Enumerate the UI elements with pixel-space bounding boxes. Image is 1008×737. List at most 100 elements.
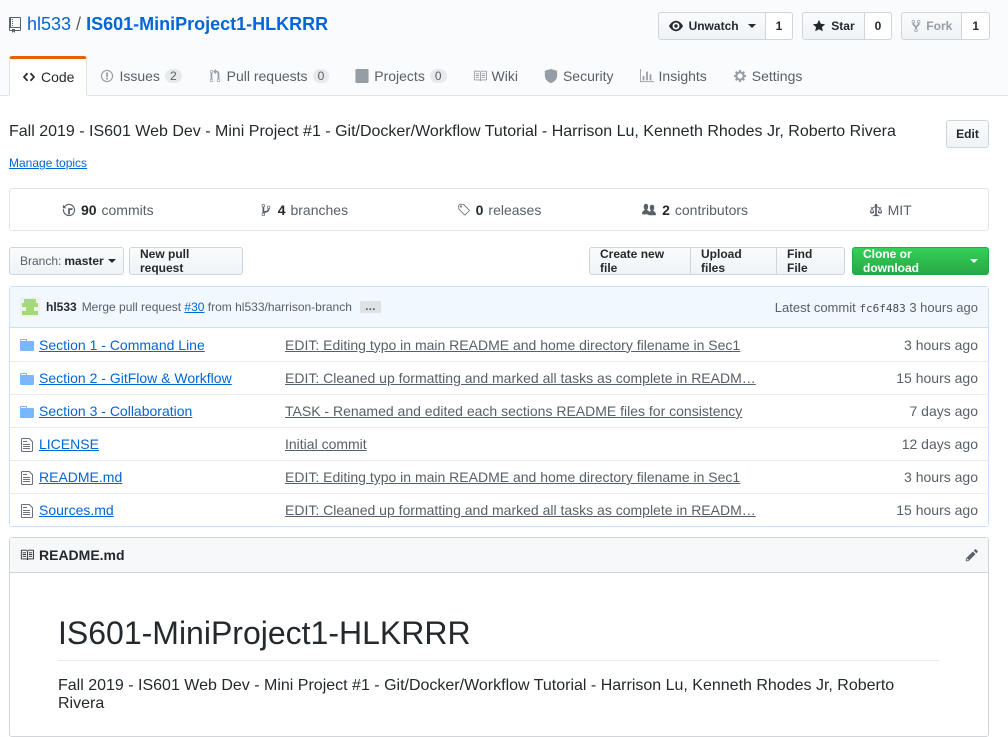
file-row: Section 2 - GitFlow & Workflow EDIT: Clea… — [10, 361, 988, 394]
find-file-button[interactable]: Find File — [776, 247, 845, 275]
branch-prefix: Branch: — [20, 254, 62, 268]
repo-header: hl533 / IS601-MiniProject1-HLKRRR Unwatc… — [0, 0, 1008, 96]
tab-code[interactable]: Code — [9, 56, 88, 96]
edit-description-button[interactable]: Edit — [946, 120, 989, 148]
tab-label: Settings — [751, 68, 803, 84]
file-name-link[interactable]: Sources.md — [39, 502, 114, 518]
file-name-link[interactable]: Section 1 - Command Line — [39, 337, 205, 353]
repo-actions: Unwatch 1 Star 0 Fork 1 — [657, 12, 990, 40]
projects-counter: 0 — [429, 69, 447, 83]
book-icon — [20, 549, 34, 561]
people-icon — [642, 203, 657, 215]
file-commit-message[interactable]: Initial commit — [285, 436, 367, 452]
releases-label: releases — [488, 201, 542, 218]
repo-title: hl533 / IS601-MiniProject1-HLKRRR — [9, 14, 328, 35]
issues-counter: 2 — [164, 69, 182, 83]
numbers-summary: 90 commits 4 branches 0 releases 2 contr… — [9, 188, 989, 231]
chevron-down-icon — [970, 259, 978, 263]
law-icon — [869, 203, 882, 216]
repo-owner-link[interactable]: hl533 — [27, 14, 71, 35]
tab-projects[interactable]: Projects 0 — [342, 56, 459, 96]
watch-count[interactable]: 1 — [765, 12, 794, 40]
tab-label: Code — [41, 69, 75, 85]
branches-count: 4 — [277, 201, 286, 218]
gear-icon — [733, 69, 746, 83]
expand-commit-button[interactable]: … — [359, 301, 381, 313]
file-age: 3 hours ago — [904, 336, 978, 353]
repo-name-link[interactable]: IS601-MiniProject1-HLKRRR — [86, 14, 328, 35]
unwatch-button[interactable]: Unwatch — [657, 12, 766, 40]
readme-content: IS601-MiniProject1-HLKRRR Fall 2019 - IS… — [10, 573, 988, 713]
star-count[interactable]: 0 — [864, 12, 893, 40]
fork-count[interactable]: 1 — [962, 12, 990, 40]
tab-issues[interactable]: Issues 2 — [87, 56, 194, 96]
commit-message-prefix[interactable]: Merge pull request — [82, 300, 181, 314]
file-age: 15 hours ago — [896, 502, 978, 518]
file-commit-message[interactable]: EDIT: Editing typo in main README and ho… — [285, 337, 740, 353]
file-commit-message[interactable]: EDIT: Cleaned up formatting and marked a… — [285, 502, 756, 518]
file-table: hl533 Merge pull request #30 from hl533/… — [9, 286, 989, 527]
file-commit-message[interactable]: EDIT: Cleaned up formatting and marked a… — [285, 370, 756, 386]
commits-link[interactable]: 90 commits — [10, 189, 206, 230]
repo-separator: / — [76, 14, 82, 34]
avatar[interactable] — [20, 297, 40, 317]
star-label: Star — [831, 19, 855, 33]
file-name-link[interactable]: LICENSE — [39, 436, 99, 452]
file-name-link[interactable]: Section 3 - Collaboration — [39, 403, 192, 419]
tab-insights[interactable]: Insights — [627, 56, 720, 96]
branch-select-button[interactable]: Branch: master — [9, 247, 124, 275]
new-pull-request-button[interactable]: New pull request — [129, 247, 243, 275]
repo-icon — [9, 16, 21, 33]
tab-settings[interactable]: Settings — [720, 56, 816, 96]
file-row: Section 1 - Command Line EDIT: Editing ty… — [10, 328, 988, 361]
file-icon — [21, 438, 33, 452]
releases-count: 0 — [475, 201, 484, 218]
clone-or-download-button[interactable]: Clone or download — [852, 247, 989, 275]
contributors-label: contributors — [674, 201, 749, 218]
commit-message-suffix[interactable]: from hl533/harrison-branch — [208, 300, 352, 314]
clone-label: Clone or download — [863, 247, 919, 275]
file-age: 3 hours ago — [904, 469, 978, 485]
contributors-link[interactable]: 2 contributors — [597, 189, 793, 230]
tab-security[interactable]: Security — [531, 56, 627, 96]
tab-wiki[interactable]: Wiki — [460, 56, 531, 96]
tab-label: Projects — [374, 68, 425, 84]
commit-sha[interactable]: fc6f483 — [859, 302, 905, 315]
file-row: README.md EDIT: Editing typo in main READ… — [10, 460, 988, 493]
graph-icon — [639, 69, 654, 83]
latest-commit-label: Latest commit — [774, 299, 856, 315]
file-icon — [21, 471, 33, 485]
commit-author[interactable]: hl533 — [46, 300, 77, 314]
file-commit-message[interactable]: EDIT: Editing typo in main README and ho… — [285, 469, 740, 485]
readme-header: README.md — [10, 538, 988, 573]
releases-link[interactable]: 0 releases — [401, 189, 597, 230]
file-age: 12 days ago — [901, 436, 978, 452]
watch-group: Unwatch 1 — [657, 12, 794, 40]
tab-label: Issues — [119, 68, 160, 84]
file-row: Sources.md EDIT: Cleaned up formatting an… — [10, 493, 988, 526]
star-icon — [813, 19, 826, 32]
fork-button[interactable]: Fork — [901, 12, 963, 40]
star-button[interactable]: Star — [802, 12, 865, 40]
tab-pull-requests[interactable]: Pull requests 0 — [195, 56, 343, 96]
pull-requests-counter: 0 — [312, 69, 330, 83]
upload-files-button[interactable]: Upload files — [690, 247, 777, 275]
file-commit-message[interactable]: TASK - Renamed and edited each sections … — [285, 403, 742, 419]
fork-label: Fork — [926, 19, 953, 33]
create-new-file-button[interactable]: Create new file — [589, 247, 691, 275]
tag-icon — [457, 203, 470, 215]
folder-icon — [20, 373, 34, 385]
file-name-link[interactable]: README.md — [39, 469, 122, 485]
commit-pr-link[interactable]: #30 — [184, 300, 204, 314]
file-name-link[interactable]: Section 2 - GitFlow & Workflow — [39, 370, 232, 386]
pencil-icon[interactable] — [965, 548, 979, 562]
readme-title: IS601-MiniProject1-HLKRRR — [58, 615, 940, 661]
branch-icon — [261, 203, 271, 216]
file-icon — [21, 504, 33, 518]
branches-link[interactable]: 4 branches — [206, 189, 402, 230]
manage-topics-link[interactable]: Manage topics — [9, 156, 87, 170]
latest-commit-bar: hl533 Merge pull request #30 from hl533/… — [10, 287, 988, 328]
license-label: MIT — [887, 201, 912, 218]
tab-label: Insights — [658, 68, 707, 84]
license-link[interactable]: MIT — [792, 189, 988, 230]
